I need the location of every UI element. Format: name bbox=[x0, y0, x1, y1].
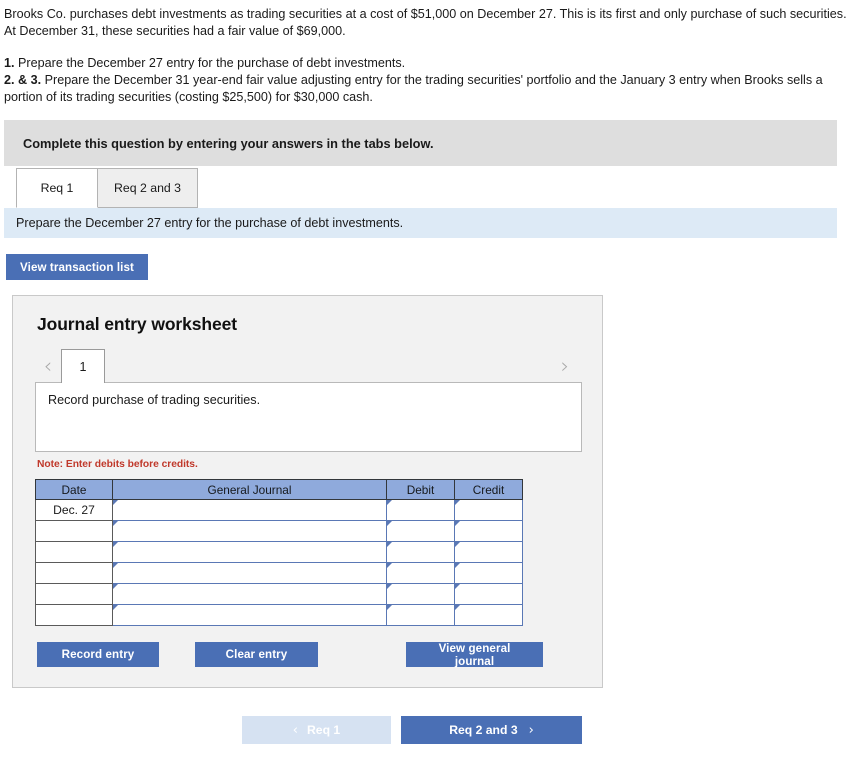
requirement-tabs: Req 1 Req 2 and 3 bbox=[16, 166, 862, 208]
cell-debit-4[interactable] bbox=[386, 562, 455, 584]
cell-date-1[interactable]: Dec. 27 bbox=[35, 499, 113, 521]
cell-date-3[interactable] bbox=[35, 541, 113, 563]
cell-general-journal-6[interactable] bbox=[112, 604, 387, 626]
table-row bbox=[35, 604, 523, 626]
cell-general-journal-5[interactable] bbox=[112, 583, 387, 605]
cell-credit-1[interactable] bbox=[454, 499, 523, 521]
cell-general-journal-1[interactable] bbox=[112, 499, 387, 521]
nav-previous-label: Req 1 bbox=[307, 723, 341, 737]
record-entry-button[interactable]: Record entry bbox=[37, 642, 159, 667]
journal-table-header-row: Date General Journal Debit Credit bbox=[35, 479, 523, 500]
instruction-banner-text: Complete this question by entering your … bbox=[23, 135, 434, 151]
journal-entry-table: Date General Journal Debit Credit Dec. 2… bbox=[35, 479, 523, 626]
requirement-23-text: Prepare the December 31 year-end fair va… bbox=[4, 73, 823, 104]
table-row bbox=[35, 562, 523, 584]
bottom-navigation: ‹ Req 1 Req 2 and 3 › bbox=[0, 716, 862, 744]
requirement-description-bar: Prepare the December 27 entry for the pu… bbox=[4, 208, 837, 238]
cell-debit-3[interactable] bbox=[386, 541, 455, 563]
cell-date-5[interactable] bbox=[35, 583, 113, 605]
debits-before-credits-note: Note: Enter debits before credits. bbox=[37, 459, 198, 470]
entry-description-text: Record purchase of trading securities. bbox=[48, 393, 261, 407]
table-row bbox=[35, 520, 523, 542]
cell-general-journal-4[interactable] bbox=[112, 562, 387, 584]
column-header-date: Date bbox=[35, 479, 113, 500]
cell-credit-4[interactable] bbox=[454, 562, 523, 584]
nav-next-req-2-and-3-button[interactable]: Req 2 and 3 › bbox=[401, 716, 582, 744]
column-header-credit: Credit bbox=[454, 479, 523, 500]
requirement-1-line: 1. Prepare the December 27 entry for the… bbox=[4, 55, 854, 72]
chevron-left-icon: ‹ bbox=[292, 722, 298, 738]
worksheet-page-tab-1[interactable]: 1 bbox=[61, 349, 105, 383]
problem-statement: Brooks Co. purchases debt investments as… bbox=[0, 0, 862, 106]
view-transaction-list-button[interactable]: View transaction list bbox=[6, 254, 148, 280]
chevron-left-icon[interactable]: ‹ bbox=[35, 351, 61, 381]
cell-debit-1[interactable] bbox=[386, 499, 455, 521]
worksheet-title: Journal entry worksheet bbox=[37, 314, 237, 334]
requirement-1-text: Prepare the December 27 entry for the pu… bbox=[14, 56, 406, 70]
column-header-general-journal: General Journal bbox=[112, 479, 387, 500]
table-row bbox=[35, 583, 523, 605]
worksheet-pager: ‹ 1 › bbox=[35, 349, 582, 383]
cell-credit-6[interactable] bbox=[454, 604, 523, 626]
cell-general-journal-3[interactable] bbox=[112, 541, 387, 563]
cell-credit-2[interactable] bbox=[454, 520, 523, 542]
requirement-1-number: 1. bbox=[4, 56, 15, 70]
entry-description-box: Record purchase of trading securities. bbox=[35, 382, 582, 452]
cell-date-4[interactable] bbox=[35, 562, 113, 584]
cell-debit-2[interactable] bbox=[386, 520, 455, 542]
requirement-23-line: 2. & 3. Prepare the December 31 year-end… bbox=[4, 72, 854, 106]
tab-req-2-and-3-label: Req 2 and 3 bbox=[114, 181, 182, 195]
cell-credit-3[interactable] bbox=[454, 541, 523, 563]
cell-date-2[interactable] bbox=[35, 520, 113, 542]
instruction-banner: Complete this question by entering your … bbox=[4, 120, 837, 166]
cell-debit-5[interactable] bbox=[386, 583, 455, 605]
problem-paragraph-1: Brooks Co. purchases debt investments as… bbox=[4, 7, 847, 38]
table-row bbox=[35, 541, 523, 563]
cell-credit-5[interactable] bbox=[454, 583, 523, 605]
clear-entry-button[interactable]: Clear entry bbox=[195, 642, 318, 667]
cell-general-journal-2[interactable] bbox=[112, 520, 387, 542]
chevron-right-icon: › bbox=[528, 722, 534, 738]
column-header-debit: Debit bbox=[386, 479, 455, 500]
nav-next-label: Req 2 and 3 bbox=[449, 723, 518, 737]
cell-debit-6[interactable] bbox=[386, 604, 455, 626]
tab-req-2-and-3[interactable]: Req 2 and 3 bbox=[97, 168, 199, 208]
worksheet-action-buttons: Record entry Clear entry View general jo… bbox=[35, 642, 582, 668]
journal-entry-worksheet-panel: Journal entry worksheet ‹ 1 › Record pur… bbox=[12, 295, 603, 688]
tab-req-1[interactable]: Req 1 bbox=[16, 168, 98, 208]
requirement-23-number: 2. & 3. bbox=[4, 73, 42, 87]
requirement-description-text: Prepare the December 27 entry for the pu… bbox=[16, 216, 404, 230]
table-row: Dec. 27 bbox=[35, 499, 523, 521]
tab-req-1-label: Req 1 bbox=[40, 181, 74, 195]
nav-previous-req-1-button[interactable]: ‹ Req 1 bbox=[242, 716, 391, 744]
chevron-right-icon[interactable]: › bbox=[552, 351, 578, 381]
view-general-journal-button[interactable]: View general journal bbox=[406, 642, 543, 668]
cell-date-6[interactable] bbox=[35, 604, 113, 626]
